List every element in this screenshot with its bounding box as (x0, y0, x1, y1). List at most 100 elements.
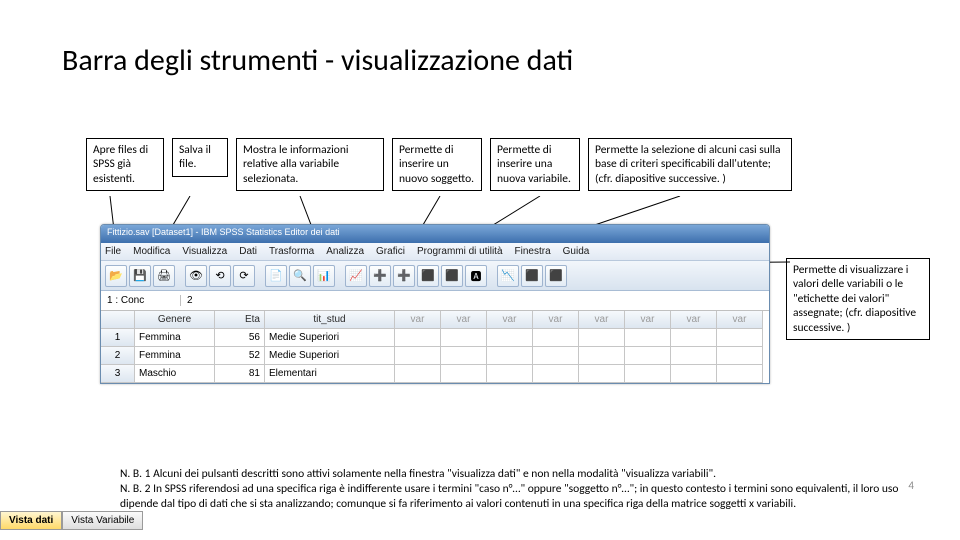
grid-header: Genere Eta tit_stud var var var var var … (101, 311, 769, 329)
cell[interactable]: 81 (215, 365, 265, 383)
cell[interactable] (625, 347, 671, 365)
callouts-row: Apre files di SPSS già esistenti. Salva … (86, 138, 930, 191)
separator (177, 265, 183, 287)
recall-button[interactable]: 👁 (185, 265, 207, 287)
footnotes: N. B. 1 Alcuni dei pulsanti descritti so… (120, 467, 900, 512)
save-button[interactable]: 💾 (129, 265, 151, 287)
menu-data[interactable]: Dati (239, 246, 257, 257)
goto-case-button[interactable]: 📄 (265, 265, 287, 287)
menu-edit[interactable]: Modifica (133, 246, 170, 257)
cell[interactable] (395, 365, 441, 383)
cell[interactable] (533, 365, 579, 383)
callout-value-labels: Permette di visualizzare i valori delle … (786, 258, 930, 340)
cell[interactable] (671, 365, 717, 383)
cell[interactable] (487, 347, 533, 365)
spss-cell-indicator: 1 : Conc 2 (101, 291, 769, 311)
insert-var-button[interactable]: ➕ (393, 265, 415, 287)
weight-button[interactable]: ⬛ (441, 265, 463, 287)
menu-analyze[interactable]: Analizza (326, 246, 364, 257)
spss-menubar: File Modifica Visualizza Dati Trasforma … (101, 243, 769, 261)
header-titstud[interactable]: tit_stud (265, 311, 395, 329)
insert-case-button[interactable]: ➕ (369, 265, 391, 287)
cell[interactable]: Femmina (135, 347, 215, 365)
use-sets-button[interactable]: ⬛ (521, 265, 543, 287)
page-title: Barra degli strumenti - visualizzazione … (62, 42, 573, 79)
view-tabs: Vista dati Vista Variabile (0, 511, 143, 530)
header-var[interactable]: var (625, 311, 671, 329)
value-labels-button[interactable]: 📉 (497, 265, 519, 287)
cell[interactable] (533, 329, 579, 347)
show-all-button[interactable]: ⬛ (545, 265, 567, 287)
header-genere[interactable]: Genere (135, 311, 215, 329)
callout-varinfo: Mostra le informazioni relative alla var… (236, 138, 384, 191)
cell[interactable] (717, 365, 763, 383)
spss-window: Fittizio.sav [Dataset1] - IBM SPSS Stati… (100, 224, 770, 384)
menu-window[interactable]: Finestra (515, 246, 551, 257)
cell[interactable] (441, 365, 487, 383)
note-1: N. B. 1 Alcuni dei pulsanti descritti so… (120, 467, 900, 482)
header-var[interactable]: var (487, 311, 533, 329)
cell[interactable] (441, 329, 487, 347)
cell[interactable] (717, 347, 763, 365)
callout-insert-var: Permette di inserire una nuova variabile… (490, 138, 580, 191)
cell[interactable] (533, 347, 579, 365)
tab-data-view[interactable]: Vista dati (0, 511, 62, 530)
select-cases-button[interactable]: 🅰 (465, 265, 487, 287)
cell[interactable] (487, 365, 533, 383)
cell[interactable] (625, 329, 671, 347)
cell[interactable] (395, 347, 441, 365)
cell[interactable]: Medie Superiori (265, 329, 395, 347)
table-row[interactable]: 3 Maschio 81 Elementari (101, 365, 769, 383)
table-row[interactable]: 1 Femmina 56 Medie Superiori (101, 329, 769, 347)
cell[interactable]: Elementari (265, 365, 395, 383)
varinfo-button[interactable]: 📊 (313, 265, 335, 287)
separator (257, 265, 263, 287)
menu-view[interactable]: Visualizza (182, 246, 227, 257)
table-row[interactable]: 2 Femmina 52 Medie Superiori (101, 347, 769, 365)
data-grid[interactable]: Genere Eta tit_stud var var var var var … (101, 311, 769, 383)
menu-file[interactable]: File (105, 246, 121, 257)
cell[interactable] (717, 329, 763, 347)
header-var[interactable]: var (395, 311, 441, 329)
cell[interactable] (579, 329, 625, 347)
cell[interactable]: Medie Superiori (265, 347, 395, 365)
menu-graphs[interactable]: Grafici (376, 246, 405, 257)
find-button[interactable]: 📈 (345, 265, 367, 287)
cell[interactable] (395, 329, 441, 347)
header-var[interactable]: var (579, 311, 625, 329)
cell[interactable]: Maschio (135, 365, 215, 383)
print-button[interactable]: 🖨 (153, 265, 175, 287)
header-var[interactable]: var (671, 311, 717, 329)
row-num[interactable]: 2 (101, 347, 135, 365)
goto-var-button[interactable]: 🔍 (289, 265, 311, 287)
cell[interactable] (579, 365, 625, 383)
menu-transform[interactable]: Trasforma (269, 246, 314, 257)
redo-button[interactable]: ⟳ (233, 265, 255, 287)
open-button[interactable]: 📂 (105, 265, 127, 287)
cell[interactable] (441, 347, 487, 365)
cell[interactable] (671, 347, 717, 365)
header-var[interactable]: var (533, 311, 579, 329)
cell[interactable]: Femmina (135, 329, 215, 347)
cell[interactable] (579, 347, 625, 365)
cell[interactable] (671, 329, 717, 347)
row-num[interactable]: 3 (101, 365, 135, 383)
cell-address: 1 : Conc (101, 295, 181, 306)
undo-button[interactable]: ⟲ (209, 265, 231, 287)
spss-toolbar: 📂 💾 🖨 👁 ⟲ ⟳ 📄 🔍 📊 📈 ➕ ➕ ⬛ ⬛ 🅰 📉 ⬛ ⬛ (101, 261, 769, 291)
cell[interactable]: 52 (215, 347, 265, 365)
header-var[interactable]: var (717, 311, 763, 329)
split-button[interactable]: ⬛ (417, 265, 439, 287)
header-eta[interactable]: Eta (215, 311, 265, 329)
menu-utilities[interactable]: Programmi di utilità (417, 246, 503, 257)
cell[interactable]: 56 (215, 329, 265, 347)
header-var[interactable]: var (441, 311, 487, 329)
cell-value[interactable]: 2 (181, 295, 769, 306)
menu-help[interactable]: Guida (563, 246, 590, 257)
tab-variable-view[interactable]: Vista Variabile (62, 511, 143, 530)
row-num[interactable]: 1 (101, 329, 135, 347)
cell[interactable] (625, 365, 671, 383)
callout-insert-case: Permette di inserire un nuovo soggetto. (392, 138, 482, 191)
note-2: N. B. 2 In SPSS riferendosi ad una speci… (120, 482, 900, 512)
cell[interactable] (487, 329, 533, 347)
